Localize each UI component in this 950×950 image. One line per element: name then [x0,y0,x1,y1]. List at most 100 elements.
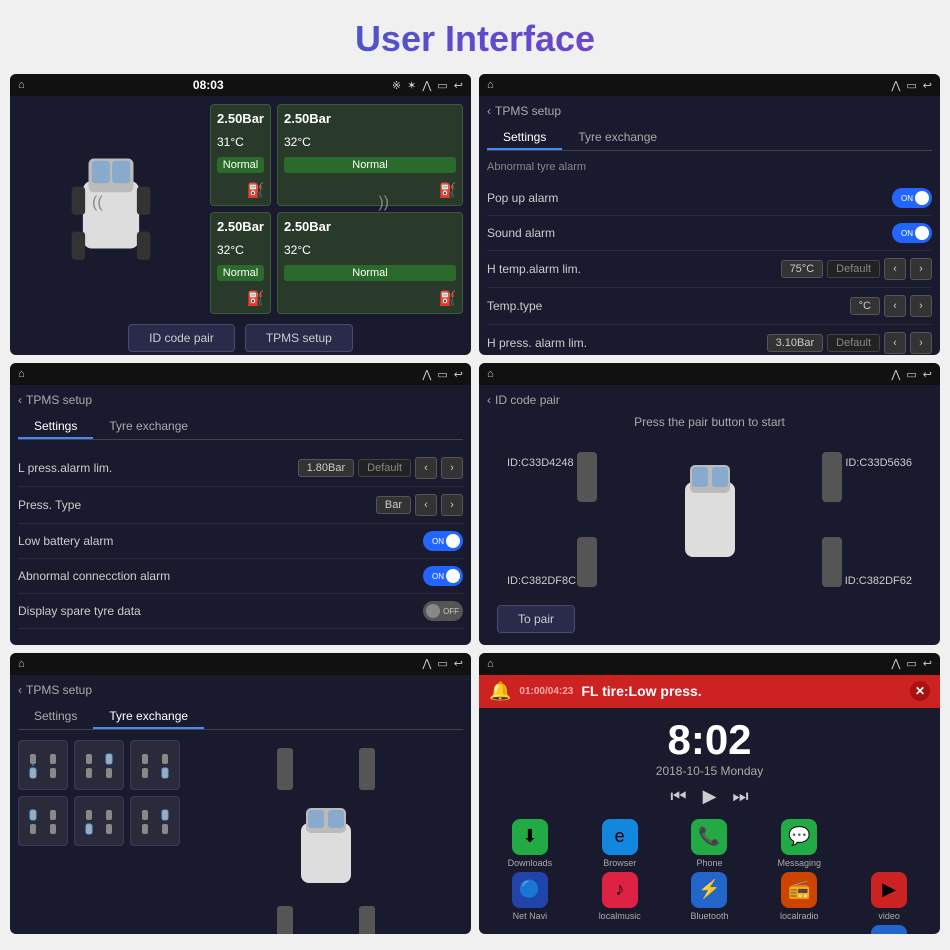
exchange-icon-4[interactable] [18,796,68,846]
app-net-navi[interactable]: 🔵 Net Navi [487,872,573,921]
temp-type-prev[interactable]: ‹ [884,295,906,317]
breadcrumb-5: ‹ TPMS setup [18,683,463,697]
exchange-pattern-4 [28,806,58,836]
toggle-circle [915,191,929,205]
wave-left: (( [92,194,103,212]
tyre-fl-fuel: ⛽ [217,182,264,199]
tyre-rl: 2.50Bar 32°C Normal ⛽ [210,212,271,314]
tyre-id-bl: ID:C382DF8C [507,575,576,587]
temp-type-val: °C [850,297,880,315]
exchange-icon-2[interactable] [74,740,124,790]
h-temp-next[interactable]: › [910,258,932,280]
play-button[interactable]: ▶ [703,786,717,807]
exchange-tyre-tl [277,748,293,790]
status-left-6: ⌂ [487,658,494,670]
app-messaging[interactable]: 💬 Messaging [756,819,842,868]
popup-alarm-label: Pop up alarm [487,191,558,205]
temp-type-next[interactable]: › [910,295,932,317]
exchange-tyre-bl [277,906,293,934]
video-icon: ▶ [871,872,907,908]
panel-id-code-pair: ⌂ ⋀ ▭ ↩ ‹ ID code pair Press the pair bu… [479,363,940,644]
to-pair-button[interactable]: To pair [497,605,575,633]
setting-abnormal-conn: Abnormal connecction alarm [18,559,463,594]
h-press-next[interactable]: › [910,332,932,354]
h-press-prev[interactable]: ‹ [884,332,906,354]
media-controls: ⏮ ▶ ⏭ [670,786,748,807]
tab-tyre-exchange-5[interactable]: Tyre exchange [93,705,204,729]
exchange-icon-6[interactable] [130,796,180,846]
bluetooth-label: Bluetooth [690,911,728,921]
exchange-icon-1[interactable] [18,740,68,790]
tab-settings-3[interactable]: Settings [18,415,93,439]
spare-tyre-toggle[interactable] [423,601,463,621]
bluetooth-icon: ✶ [407,79,416,92]
setting-popup-alarm: Pop up alarm [487,181,932,216]
tyre-fr-fuel: ⛽ [284,182,456,199]
alert-timer: 01:00/04:23 [519,686,573,697]
h-temp-prev[interactable]: ‹ [884,258,906,280]
tab-tyre-exchange-2[interactable]: Tyre exchange [562,126,673,150]
tpms-setup-button[interactable]: TPMS setup [245,324,353,352]
h-press-label: H press. alarm lim. [487,336,587,350]
downloads-label: Downloads [508,858,553,868]
abnormal-conn-toggle[interactable] [423,566,463,586]
status-right-5: ⋀ ▭ ↩ [422,657,463,670]
exchange-icon-3[interactable] [130,740,180,790]
h-press-def: Default [827,334,880,352]
page-title: User Interface [0,0,950,74]
l-press-def: Default [358,459,411,477]
chevron-left-icon-4: ‹ [487,393,491,407]
l-press-next[interactable]: › [441,457,463,479]
tab-tyre-exchange-3[interactable]: Tyre exchange [93,415,204,439]
sound-alarm-toggle[interactable] [892,223,932,243]
breadcrumb-3: ‹ TPMS setup [18,393,463,407]
app-car-settings[interactable]: ⚙ Car Settings [846,925,932,934]
setting-temp-type: Temp.type °C ‹ › [487,288,932,325]
pair-btn-container: To pair [487,597,932,633]
breadcrumb-label-4: ID code pair [495,393,560,407]
press-type-prev[interactable]: ‹ [415,494,437,516]
app-bluetooth[interactable]: ⚡ Bluetooth [667,872,753,921]
status-bar-6: ⌂ ⋀ ▭ ↩ [479,653,940,675]
id-pair-content: ‹ ID code pair Press the pair button to … [479,385,940,641]
press-type-next[interactable]: › [441,494,463,516]
tyre-rl-status: Normal [217,265,264,281]
local-radio-icon: 📻 [781,872,817,908]
prev-track-button[interactable]: ⏮ [670,786,686,807]
local-music-label: localmusic [599,911,641,921]
id-code-pair-button[interactable]: ID code pair [128,324,235,352]
app-phone[interactable]: 📞 Phone [667,819,753,868]
tab-settings-5[interactable]: Settings [18,705,93,729]
setting-spare-tyre: Display spare tyre data [18,594,463,629]
window-icon-4: ▭ [906,368,916,381]
exchange-tyre-br [359,906,375,934]
popup-alarm-toggle[interactable] [892,188,932,208]
l-press-prev[interactable]: ‹ [415,457,437,479]
exchange-main [18,740,463,934]
status-bar-5: ⌂ ⋀ ▭ ↩ [10,653,471,675]
alert-close-button[interactable]: ✕ [910,681,930,701]
next-track-button[interactable]: ⏭ [732,786,748,807]
messaging-icon: 💬 [781,819,817,855]
alert-bar: 🔔 01:00/04:23 FL tire:Low press. ✕ [479,675,940,708]
exchange-icon-5[interactable] [74,796,124,846]
app-video[interactable]: ▶ video [846,872,932,921]
setup-panel-3: ‹ TPMS setup Settings Tyre exchange L pr… [10,385,471,637]
app-browser[interactable]: e Browser [577,819,663,868]
tyre-id-tr: ID:C33D5636 [845,457,912,469]
browser-icon: e [602,819,638,855]
app-local-music[interactable]: ♪ localmusic [577,872,663,921]
low-battery-toggle[interactable] [423,531,463,551]
breadcrumb-4: ‹ ID code pair [487,393,932,407]
low-battery-label: Low battery alarm [18,534,113,548]
chevron-left-icon: ‹ [487,104,491,118]
exchange-bottom-tyres [277,906,375,934]
abnormal-conn-label: Abnormal connecction alarm [18,569,170,583]
app-local-radio[interactable]: 📻 localradio [756,872,842,921]
status-left-1: ⌂ [18,79,25,91]
expand-icon-3: ⋀ [422,368,431,381]
tab-settings-2[interactable]: Settings [487,126,562,150]
toggle-circle-4 [446,569,460,583]
app-downloads[interactable]: ⬇ Downloads [487,819,573,868]
press-type-val: Bar [376,496,411,514]
